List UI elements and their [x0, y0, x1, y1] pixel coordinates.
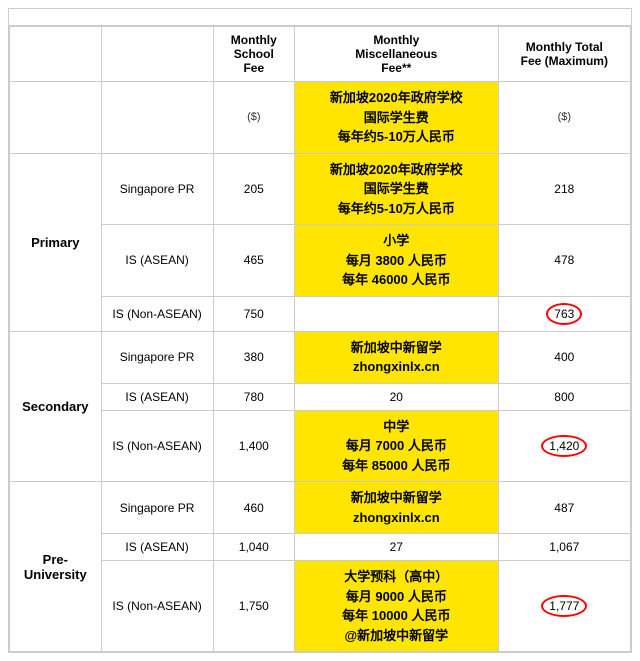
misc-fee-cell: 大学预科（高中） 每月 9000 人民币每年 10000 人民币 @新加坡中新留学: [295, 561, 499, 652]
header-total-fee: Monthly TotalFee (Maximum): [498, 27, 630, 82]
misc-fee-cell: 新加坡中新留学 zhongxinlx.cn: [295, 331, 499, 383]
misc-fee-cell: 新加坡中新留学 zhongxinlx.cn: [295, 482, 499, 534]
school-fee-cell: 460: [213, 482, 294, 534]
misc-fee-cell: [295, 296, 499, 331]
annotation-line: 每月 7000 人民币: [346, 438, 447, 453]
nationality-cell: Singapore PR: [101, 153, 213, 225]
annotation-line: 每月 3800 人民币: [346, 253, 447, 268]
annotation-line: 每月 9000 人民币: [346, 589, 447, 604]
table-row: IS (ASEAN)465小学每月 3800 人民币每年 46000 人民币47…: [10, 225, 631, 297]
table-row: IS (Non-ASEAN)1,400中学每月 7000 人民币每年 85000…: [10, 410, 631, 482]
annotation-line: 每年 10000 人民币: [342, 608, 450, 623]
level-cell: Secondary: [10, 331, 102, 482]
annotation-line: 国际学生费: [364, 181, 429, 196]
nationality-cell: IS (ASEAN): [101, 534, 213, 561]
annotation-line: 中学: [383, 419, 409, 434]
annotation-line: 每年 46000 人民币: [342, 272, 450, 287]
annotation-line: 小学: [383, 233, 409, 248]
total-fee-cell: 1,067: [498, 534, 630, 561]
annotation-line: 新加坡中新留学: [351, 490, 442, 505]
school-fee-cell: 780: [213, 383, 294, 410]
total-fee-cell: 1,420: [498, 410, 630, 482]
total-fee-cell: 487: [498, 482, 630, 534]
unit-school-fee-dollar: ($): [213, 82, 294, 154]
annotation-line: 新加坡2020年政府学校: [330, 162, 463, 177]
unit-empty-nationality: [101, 82, 213, 154]
school-fee-cell: 750: [213, 296, 294, 331]
total-fee-cell: 800: [498, 383, 630, 410]
school-fee-cell: 380: [213, 331, 294, 383]
misc-fee-cell: 小学每月 3800 人民币每年 46000 人民币: [295, 225, 499, 297]
circled-value: 1,420: [541, 435, 587, 457]
header-level: [10, 27, 102, 82]
nationality-cell: IS (Non-ASEAN): [101, 296, 213, 331]
table-row: IS (Non-ASEAN)750 763: [10, 296, 631, 331]
nationality-cell: Singapore PR: [101, 331, 213, 383]
fee-table: MonthlySchoolFee MonthlyMiscellaneousFee…: [9, 26, 631, 652]
school-fee-cell: 1,400: [213, 410, 294, 482]
annotation-line: 新加坡中新留学: [351, 340, 442, 355]
nationality-cell: IS (ASEAN): [101, 225, 213, 297]
annotation-line: 大学预科（高中）: [344, 569, 448, 584]
unit-total-fee-dollar: ($): [498, 82, 630, 154]
school-fee-cell: 465: [213, 225, 294, 297]
annotation-intro: 新加坡2020年政府学校国际学生费每年约5-10万人民币: [330, 90, 463, 144]
table-row: Pre-UniversitySingapore PR460新加坡中新留学zhon…: [10, 482, 631, 534]
table-container: MonthlySchoolFee MonthlyMiscellaneousFee…: [8, 8, 632, 653]
school-fee-cell: 1,750: [213, 561, 294, 652]
level-cell: Pre-University: [10, 482, 102, 652]
nationality-cell: IS (Non-ASEAN): [101, 410, 213, 482]
school-fee-cell: 1,040: [213, 534, 294, 561]
table-row: IS (ASEAN)78020800: [10, 383, 631, 410]
annotation-line: @新加坡中新留学: [344, 628, 448, 643]
total-fee-cell: 400: [498, 331, 630, 383]
nationality-cell: IS (Non-ASEAN): [101, 561, 213, 652]
column-headers: MonthlySchoolFee MonthlyMiscellaneousFee…: [10, 27, 631, 82]
nationality-cell: Singapore PR: [101, 482, 213, 534]
table-row: SecondarySingapore PR380新加坡中新留学zhongxinl…: [10, 331, 631, 383]
total-fee-cell: 478: [498, 225, 630, 297]
table-body: PrimarySingapore PR205新加坡2020年政府学校国际学生费每…: [10, 153, 631, 652]
nationality-cell: IS (ASEAN): [101, 383, 213, 410]
school-fee-cell: 205: [213, 153, 294, 225]
annotation-line: zhongxinlx.cn: [353, 359, 440, 374]
total-fee-cell: 763: [498, 296, 630, 331]
header-nationality: [101, 27, 213, 82]
total-fee-cell: 218: [498, 153, 630, 225]
annotation-line: zhongxinlx.cn: [353, 510, 440, 525]
header-misc-fee: MonthlyMiscellaneousFee**: [295, 27, 499, 82]
table-row: IS (ASEAN)1,040271,067: [10, 534, 631, 561]
header-school-fee: MonthlySchoolFee: [213, 27, 294, 82]
circled-value: 1,777: [541, 595, 587, 617]
unit-row: ($) 新加坡2020年政府学校国际学生费每年约5-10万人民币 ($): [10, 82, 631, 154]
unit-misc-fee-annotation: 新加坡2020年政府学校国际学生费每年约5-10万人民币: [295, 82, 499, 154]
misc-fee-cell: 中学每月 7000 人民币每年 85000 人民币: [295, 410, 499, 482]
misc-fee-cell: 新加坡2020年政府学校国际学生费每年约5-10万人民币: [295, 153, 499, 225]
table-row: PrimarySingapore PR205新加坡2020年政府学校国际学生费每…: [10, 153, 631, 225]
year-header: [9, 9, 631, 26]
table-row: IS (Non-ASEAN)1,750 大学预科（高中） 每月 9000 人民币每年…: [10, 561, 631, 652]
annotation-line: 每年约5-10万人民币: [338, 201, 455, 216]
unit-empty-level: [10, 82, 102, 154]
misc-fee-cell: 20: [295, 383, 499, 410]
level-cell: Primary: [10, 153, 102, 331]
annotation-line: 每年 85000 人民币: [342, 458, 450, 473]
misc-fee-cell: 27: [295, 534, 499, 561]
total-fee-cell: 1,777: [498, 561, 630, 652]
circled-value: 763: [546, 303, 582, 325]
